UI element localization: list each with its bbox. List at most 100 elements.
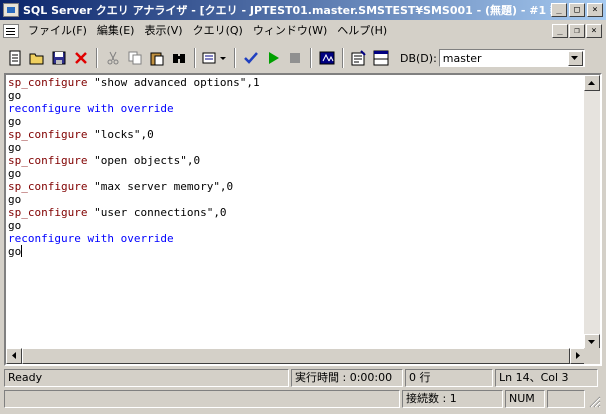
- arrow-up-icon: [588, 80, 595, 85]
- menu-file[interactable]: ファイル(F): [23, 22, 92, 39]
- status-extra: [547, 390, 585, 408]
- db-label: DB(D):: [400, 51, 437, 65]
- app-status-bar: 接続数 : 1 NUM: [4, 390, 602, 408]
- code-line[interactable]: go: [8, 193, 586, 206]
- code-keyword: sp_configure: [8, 128, 88, 141]
- menu-bar: ファイル(F) 編集(E) 表示(V) クエリ(Q) ウィンドウ(W) ヘルプ(…: [0, 21, 606, 40]
- open-button[interactable]: [26, 47, 48, 69]
- query-editor[interactable]: sp_configure "show advanced options",1 go…: [4, 73, 602, 366]
- code-keyword: sp_configure: [8, 206, 88, 219]
- vertical-scrollbar[interactable]: [584, 75, 600, 350]
- title-bar: SQL Server クエリ アナライザ - [クエリ - JPTEST01.m…: [0, 0, 606, 20]
- toolbar: DB(D): master: [0, 44, 606, 72]
- delete-x-icon: [75, 52, 87, 64]
- code-keyword: reconfigure with override: [8, 102, 174, 115]
- menu-window[interactable]: ウィンドウ(W): [248, 22, 332, 39]
- status-exec-time: 実行時間 : 0:00:00: [291, 369, 403, 387]
- status-connections: 接続数 : 1: [402, 390, 503, 408]
- object-browser-icon: [319, 51, 335, 65]
- code-text: "user connections",0: [87, 206, 227, 219]
- find-button[interactable]: [168, 47, 190, 69]
- arrow-down-icon: [588, 339, 595, 344]
- properties-icon: [351, 50, 366, 66]
- grid-dropdown-icon: [202, 52, 226, 64]
- code-line[interactable]: reconfigure with override: [8, 232, 586, 245]
- resize-grip-icon[interactable]: [587, 394, 601, 408]
- new-document-icon: [9, 50, 21, 66]
- minimize-button[interactable]: _: [551, 3, 567, 17]
- document-icon[interactable]: [3, 23, 19, 38]
- database-select[interactable]: master: [438, 49, 585, 67]
- parse-button[interactable]: [240, 47, 262, 69]
- results-pane-button[interactable]: [370, 47, 392, 69]
- code-line[interactable]: go: [8, 219, 586, 232]
- scroll-up-button[interactable]: [584, 75, 600, 91]
- horizontal-scrollbar[interactable]: [6, 348, 586, 364]
- paste-button[interactable]: [146, 47, 168, 69]
- menu-view[interactable]: 表示(V): [139, 22, 187, 39]
- scrollbar-corner: [584, 348, 600, 364]
- close-button[interactable]: ×: [587, 3, 603, 17]
- chevron-down-icon[interactable]: [567, 50, 583, 66]
- results-mode-button[interactable]: [200, 47, 230, 69]
- status-rows: 0 行: [405, 369, 493, 387]
- window-title: SQL Server クエリ アナライザ - [クエリ - JPTEST01.m…: [23, 4, 551, 17]
- copy-icon: [128, 51, 142, 65]
- menu-help[interactable]: ヘルプ(H): [332, 22, 392, 39]
- scissors-icon: [107, 51, 119, 65]
- copy-button[interactable]: [124, 47, 146, 69]
- code-line[interactable]: sp_configure "max server memory",0: [8, 180, 586, 193]
- code-line[interactable]: go: [8, 167, 586, 180]
- text-caret: [21, 245, 23, 257]
- binoculars-icon: [173, 54, 185, 63]
- object-browser-button[interactable]: [316, 47, 338, 69]
- code-line[interactable]: go: [8, 115, 586, 128]
- code-line[interactable]: sp_configure "user connections",0: [8, 206, 586, 219]
- code-line[interactable]: reconfigure with override: [8, 102, 586, 115]
- doc-minimize-button[interactable]: _: [552, 23, 568, 38]
- status-position: Ln 14、Col 3: [495, 369, 598, 387]
- save-icon: [52, 51, 66, 65]
- code-text: go: [8, 219, 22, 232]
- status-num: NUM: [505, 390, 545, 408]
- code-line[interactable]: go: [8, 245, 586, 258]
- save-button[interactable]: [48, 47, 70, 69]
- doc-restore-button[interactable]: ❐: [569, 23, 585, 38]
- delete-button[interactable]: [70, 47, 92, 69]
- code-area[interactable]: sp_configure "show advanced options",1 go…: [6, 75, 586, 350]
- horizontal-scroll-thumb[interactable]: [22, 348, 570, 364]
- code-line[interactable]: go: [8, 141, 586, 154]
- properties-button[interactable]: [348, 47, 370, 69]
- stop-button[interactable]: [284, 47, 306, 69]
- app-icon[interactable]: [3, 3, 19, 17]
- execute-button[interactable]: [262, 47, 284, 69]
- code-line[interactable]: sp_configure "locks",0: [8, 128, 586, 141]
- code-line[interactable]: sp_configure "show advanced options",1: [8, 76, 586, 89]
- scroll-left-button[interactable]: [6, 348, 22, 364]
- doc-close-button[interactable]: ×: [586, 23, 602, 38]
- menu-query[interactable]: クエリ(Q): [188, 22, 248, 39]
- status-ready: Ready: [4, 369, 289, 387]
- code-text: "max server memory",0: [87, 180, 234, 193]
- maximize-button[interactable]: □: [569, 3, 585, 17]
- status-empty: [4, 390, 400, 408]
- code-keyword: reconfigure with override: [8, 232, 174, 245]
- checkmark-icon: [244, 52, 258, 64]
- query-status-bar: Ready 実行時間 : 0:00:00 0 行 Ln 14、Col 3: [4, 369, 602, 387]
- code-line[interactable]: go: [8, 89, 586, 102]
- code-text: go: [8, 245, 22, 258]
- code-text: "show advanced options",1: [87, 76, 260, 89]
- menu-edit[interactable]: 編集(E): [92, 22, 140, 39]
- arrow-left-icon: [11, 352, 16, 359]
- play-icon: [269, 52, 279, 64]
- code-line[interactable]: sp_configure "open objects",0: [8, 154, 586, 167]
- code-text: go: [8, 141, 22, 154]
- code-text: "locks",0: [87, 128, 154, 141]
- arrow-right-icon: [575, 352, 580, 359]
- cut-button[interactable]: [102, 47, 124, 69]
- code-keyword: sp_configure: [8, 180, 88, 193]
- results-pane-icon: [373, 50, 389, 66]
- code-keyword: sp_configure: [8, 76, 88, 89]
- code-text: "open objects",0: [87, 154, 201, 167]
- new-query-button[interactable]: [4, 47, 26, 69]
